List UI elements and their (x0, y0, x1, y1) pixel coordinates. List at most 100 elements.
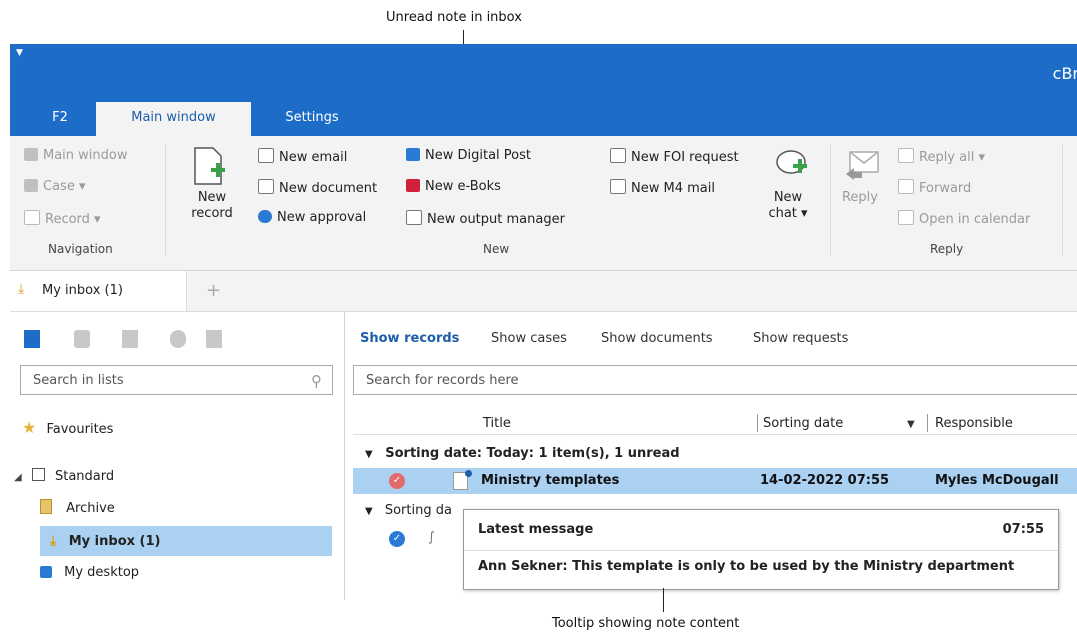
column-title[interactable]: Title (483, 416, 511, 431)
tab-show-records[interactable]: Show records (360, 331, 459, 346)
folder-icon (31, 468, 45, 481)
tab-settings[interactable]: Settings (272, 102, 352, 136)
add-tab-button[interactable]: + (206, 280, 221, 301)
m4-mail-icon (610, 179, 626, 194)
status-check-icon: ✓ (389, 531, 405, 547)
row-responsible: Myles McDougall (935, 473, 1059, 488)
reply-all-icon (898, 148, 914, 163)
tab-f2[interactable]: F2 (40, 102, 80, 136)
reply-button[interactable]: Reply (838, 190, 882, 206)
column-divider (927, 414, 928, 432)
inbox-icon: ⤓ (18, 281, 25, 297)
tab-my-inbox[interactable]: ⤓ My inbox (1) (10, 271, 187, 311)
app-title: cBr (1052, 64, 1077, 83)
standard-folder[interactable]: ◢ Standard (14, 468, 114, 484)
new-eboks-button[interactable]: New e-Boks (406, 179, 501, 194)
tab-show-cases[interactable]: Show cases (491, 331, 567, 346)
output-manager-icon (406, 210, 422, 225)
column-divider (757, 414, 758, 432)
new-record-button[interactable]: New record (184, 190, 240, 222)
new-digital-post-button[interactable]: New Digital Post (406, 148, 531, 163)
tooltip-header: Latest message (478, 522, 594, 537)
search-records-input[interactable]: Search for records here (353, 365, 1077, 395)
ribbon-tabs: F2 Main window Settings (10, 102, 1077, 136)
sort-desc-icon[interactable]: ▼ (907, 419, 915, 430)
tooltip-body: Ann Sekner: This template is only to be … (478, 559, 1015, 574)
contacts-view-icon[interactable] (170, 330, 186, 348)
reply-icon (846, 151, 879, 180)
documents-view-icon[interactable] (122, 330, 138, 348)
ribbon: Main window Case ▾ Record ▾ Navigation N… (10, 136, 1077, 271)
collapse-arrow-icon[interactable]: ◢ (14, 472, 22, 483)
new-chat-icon (776, 150, 807, 174)
sidebar: Search in lists ⚲ ★ Favourites ◢ Standar… (10, 312, 345, 600)
group-label-navigation: Navigation (48, 242, 113, 256)
archive-item[interactable]: Archive (40, 498, 330, 520)
collapse-arrow-icon[interactable]: ▼ (365, 506, 373, 517)
group-header-second[interactable]: ▼ Sorting da (365, 503, 452, 518)
new-foi-request-button[interactable]: New FOI request (610, 148, 739, 165)
my-desktop-item[interactable]: My desktop (40, 562, 139, 584)
my-inbox-item[interactable]: ⤓ My inbox (1) (40, 526, 332, 556)
case-icon (24, 179, 38, 192)
tooltip-time: 07:55 (1002, 522, 1044, 537)
eboks-icon (406, 179, 420, 192)
nav-case[interactable]: Case ▾ (24, 179, 85, 194)
new-email-button[interactable]: New email (258, 148, 347, 165)
approval-icon (258, 210, 272, 223)
tab-show-documents[interactable]: Show documents (601, 331, 713, 346)
document-icon (258, 179, 274, 194)
new-approval-button[interactable]: New approval (258, 210, 366, 225)
row-title: Ministry templates (481, 473, 620, 488)
new-record-icon (194, 147, 225, 185)
tab-show-requests[interactable]: Show requests (753, 331, 848, 346)
new-document-button[interactable]: New document (258, 179, 377, 196)
forward-icon (898, 179, 914, 194)
annotation-unread-note: Unread note in inbox (386, 10, 522, 25)
record-icon (24, 210, 40, 225)
home-icon (24, 148, 38, 161)
status-check-icon: ✓ (389, 473, 405, 489)
search-lists-input[interactable]: Search in lists ⚲ (20, 365, 333, 395)
document-tabs: ⤓ My inbox (1) + (10, 271, 1077, 312)
separator (830, 144, 831, 256)
annotation-line-bottom (663, 588, 664, 612)
open-in-calendar-button[interactable]: Open in calendar (898, 210, 1030, 227)
separator (165, 144, 166, 256)
group-label-reply: Reply (930, 242, 964, 256)
nav-main-window[interactable]: Main window (24, 148, 128, 163)
new-output-manager-button[interactable]: New output manager (406, 210, 565, 227)
tab-main-window[interactable]: Main window (96, 102, 251, 136)
records-view-icon[interactable] (24, 330, 40, 348)
favourites-item[interactable]: ★ Favourites (22, 418, 113, 437)
cases-view-icon[interactable] (74, 330, 90, 348)
archive-icon (40, 499, 52, 514)
email-icon (258, 148, 274, 163)
group-header-today[interactable]: ▼ Sorting date: Today: 1 item(s), 1 unre… (365, 446, 680, 461)
unread-dot-icon (465, 470, 472, 477)
foi-request-icon (610, 148, 626, 163)
separator (1062, 144, 1063, 256)
reply-all-button[interactable]: Reply all ▾ (898, 148, 985, 165)
column-responsible[interactable]: Responsible (935, 416, 1013, 431)
forward-button[interactable]: Forward (898, 179, 971, 196)
row-date: 14-02-2022 07:55 (760, 473, 890, 488)
digital-post-icon (406, 148, 420, 161)
tooltip-divider (464, 550, 1058, 551)
new-chat-button[interactable]: New chat ▾ (762, 190, 814, 222)
quick-access-icon[interactable]: ▼ (16, 48, 23, 58)
inbox-icon: ⤓ (50, 533, 57, 549)
title-bar: ▼ cBr (10, 44, 1077, 102)
group-label-new: New (483, 242, 510, 256)
search-icon[interactable]: ⚲ (311, 366, 322, 396)
tab-my-inbox-label: My inbox (1) (42, 283, 123, 298)
attachment-icon: ∫ (428, 530, 435, 545)
note-tooltip: Latest message 07:55 Ann Sekner: This te… (463, 509, 1059, 590)
column-sorting-date[interactable]: Sorting date (763, 416, 843, 431)
folder-view-icon[interactable] (206, 330, 222, 348)
nav-record[interactable]: Record ▾ (24, 210, 101, 227)
calendar-icon (898, 210, 914, 225)
new-m4-mail-button[interactable]: New M4 mail (610, 179, 715, 196)
collapse-arrow-icon[interactable]: ▼ (365, 449, 373, 460)
annotation-tooltip: Tooltip showing note content (552, 616, 740, 631)
